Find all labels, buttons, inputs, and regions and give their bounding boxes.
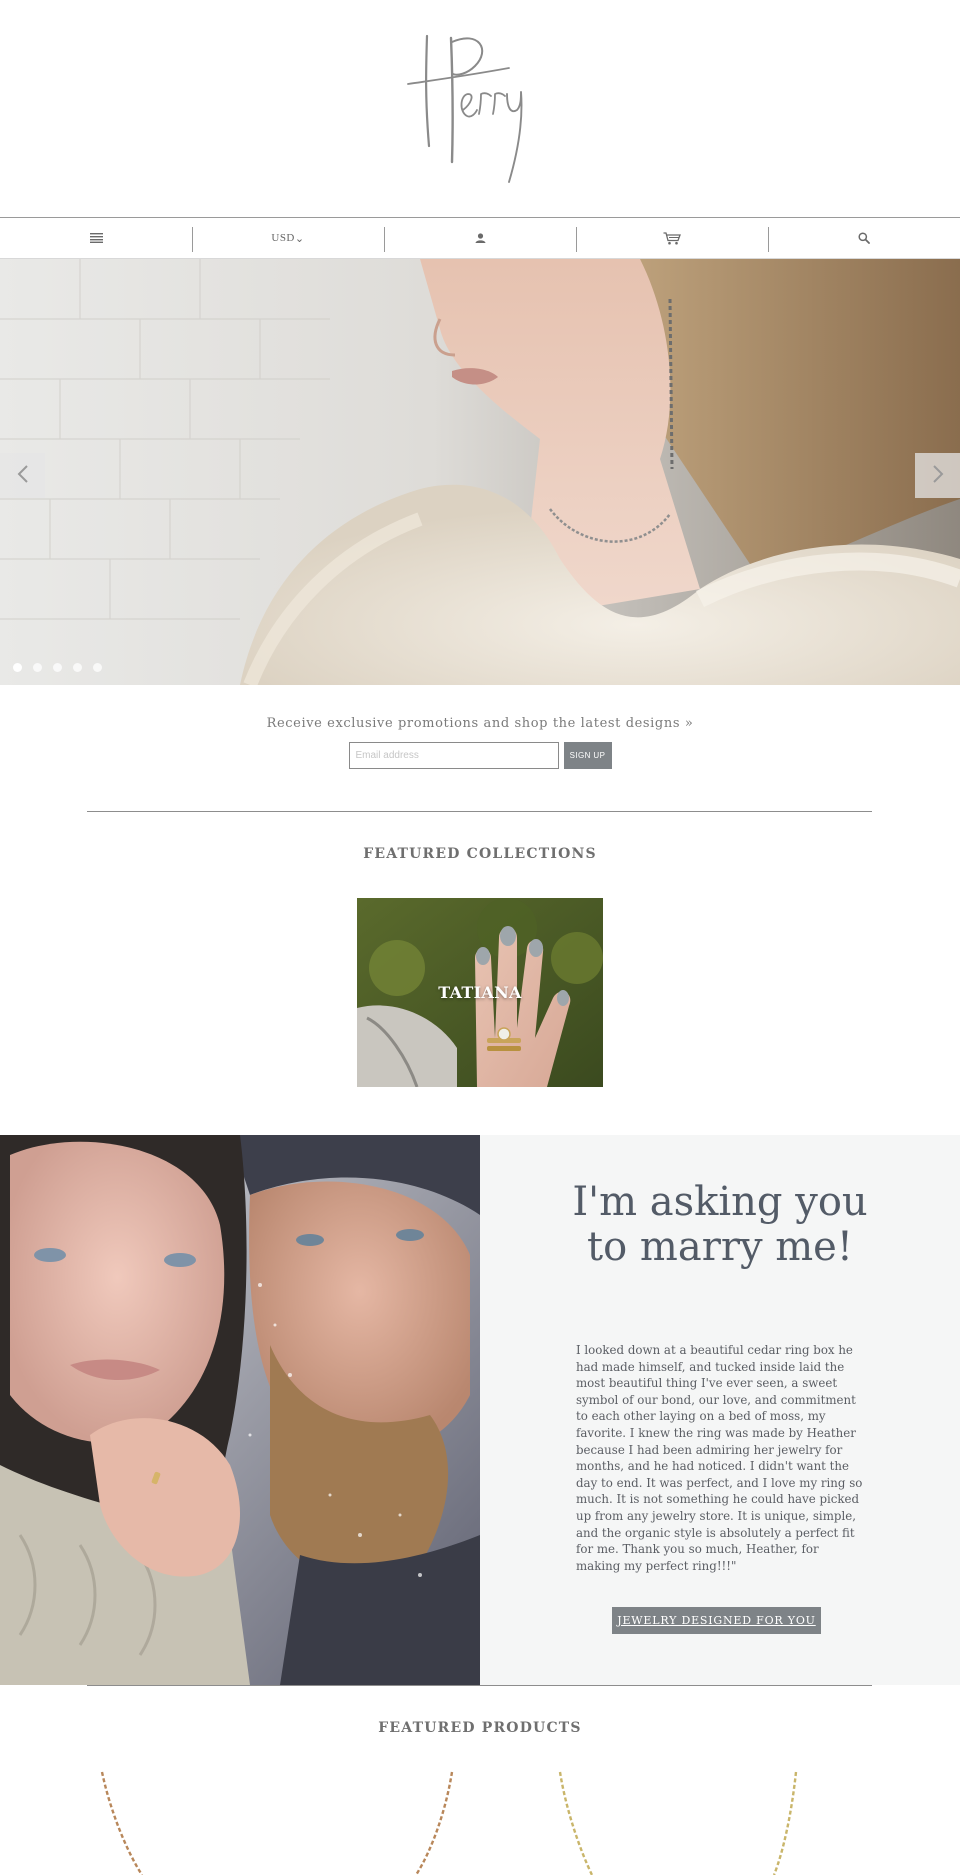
cart-icon [663,231,681,245]
slide-dots [13,663,102,672]
testimonial-heading: I'm asking you to marry me! [572,1179,868,1270]
product-necklace-1 [100,1771,144,1875]
chevron-down-icon: ⌄ [294,232,305,245]
newsletter-link[interactable]: Receive exclusive promotions and shop th… [0,716,960,731]
menu-button[interactable] [0,218,192,258]
slide-next-button[interactable] [915,453,960,498]
section-divider [87,811,872,812]
sign-up-button[interactable]: SIGN UP [563,742,612,769]
currency-selector[interactable]: USD ⌄ [192,218,384,258]
testimonial-quote: I looked down at a beautiful cedar ring … [576,1343,863,1573]
collection-card-tatiana[interactable]: TATIANA [357,898,603,1087]
email-field[interactable] [348,742,559,769]
main-nav-bar: USD ⌄ [0,217,960,259]
testimonial-panel: I'm asking you to marry me! I looked dow… [480,1135,960,1685]
user-icon [475,233,486,243]
product-necklace-3 [558,1771,594,1875]
slide-dot[interactable] [53,663,62,672]
chevron-left-icon [16,464,30,488]
testimonial-section: I'm asking you to marry me! I looked dow… [0,1135,960,1685]
account-button[interactable] [384,218,576,258]
jewelry-designed-for-you-button[interactable]: JEWELRY DESIGNED FOR YOU [612,1607,821,1634]
slide-prev-button[interactable] [0,453,45,498]
product-necklace-4 [772,1771,798,1875]
featured-collections-title: FEATURED COLLECTIONS [363,846,597,862]
section-divider [87,1685,872,1686]
slide-dot[interactable] [73,663,82,672]
product-necklace-2 [414,1771,454,1875]
cart-button[interactable] [576,218,768,258]
product-images [100,1771,798,1875]
site-header [0,0,960,217]
hero-image [0,259,960,685]
featured-products-grid [0,1770,960,1875]
slide-dot[interactable] [13,663,22,672]
search-icon [858,232,870,244]
slide-dot[interactable] [33,663,42,672]
brand-logo[interactable] [405,28,555,188]
collection-label: TATIANA [438,983,522,1002]
newsletter-form: SIGN UP [0,742,960,769]
chevron-right-icon [931,464,945,488]
slide-dot[interactable] [93,663,102,672]
search-button[interactable] [768,218,960,258]
testimonial-photo [0,1135,480,1685]
featured-products-title: FEATURED PRODUCTS [378,1720,582,1736]
hamburger-menu-icon [89,233,103,243]
currency-label: USD [271,232,295,244]
hero-slideshow [0,259,960,685]
newsletter-signup: Receive exclusive promotions and shop th… [0,716,960,769]
